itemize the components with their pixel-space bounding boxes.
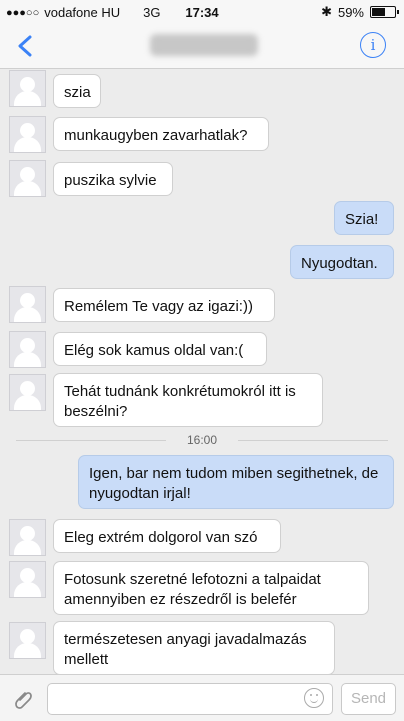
message-input[interactable] [47, 683, 333, 715]
paperclip-icon[interactable] [12, 687, 36, 711]
info-button[interactable]: i [360, 32, 386, 58]
bluetooth-icon: ✱ [321, 4, 332, 19]
message-bubble: szia [53, 74, 101, 108]
message-composer: Send [0, 674, 404, 721]
battery-percent: 59% [337, 4, 364, 20]
send-button[interactable]: Send [341, 683, 396, 715]
back-button[interactable] [12, 32, 40, 60]
message-bubble: Nyugodtan. [290, 245, 394, 279]
avatar [9, 116, 46, 153]
contact-name-blurred [150, 34, 258, 56]
avatar [9, 286, 46, 323]
message-list[interactable]: szia munkaugyben zavarhatlak? puszika sy… [0, 69, 404, 674]
avatar [9, 160, 46, 197]
message-bubble: Igen, bar nem tudom miben segithetnek, d… [78, 455, 394, 509]
status-bar: ●●●○○ vodafone HU 3G 17:34 ✱ 59% [0, 0, 404, 24]
avatar [9, 374, 46, 411]
message-bubble: Tehát tudnánk konkrétumokról itt is besz… [53, 373, 323, 427]
battery-icon [370, 6, 399, 18]
avatar [9, 70, 46, 107]
message-bubble: Eleg extrém dolgorol van szó [53, 519, 281, 553]
status-right: ✱ 59% [321, 4, 399, 20]
message-bubble: puszika sylvie [53, 162, 173, 196]
avatar [9, 622, 46, 659]
avatar [9, 519, 46, 556]
message-bubble: Elég sok kamus oldal van:( [53, 332, 267, 366]
message-bubble: Szia! [334, 201, 394, 235]
time-separator: 16:00 [0, 433, 404, 447]
avatar [9, 331, 46, 368]
smiley-icon[interactable] [304, 688, 324, 708]
message-bubble: természetesen anyagi javadalmazás mellet… [53, 621, 335, 674]
avatar [9, 561, 46, 598]
message-bubble: Fotosunk szeretné lefotozni a talpaidat … [53, 561, 369, 615]
message-bubble: munkaugyben zavarhatlak? [53, 117, 269, 151]
conversation-header: i [0, 24, 404, 69]
message-bubble: Remélem Te vagy az igazi:)) [53, 288, 275, 322]
